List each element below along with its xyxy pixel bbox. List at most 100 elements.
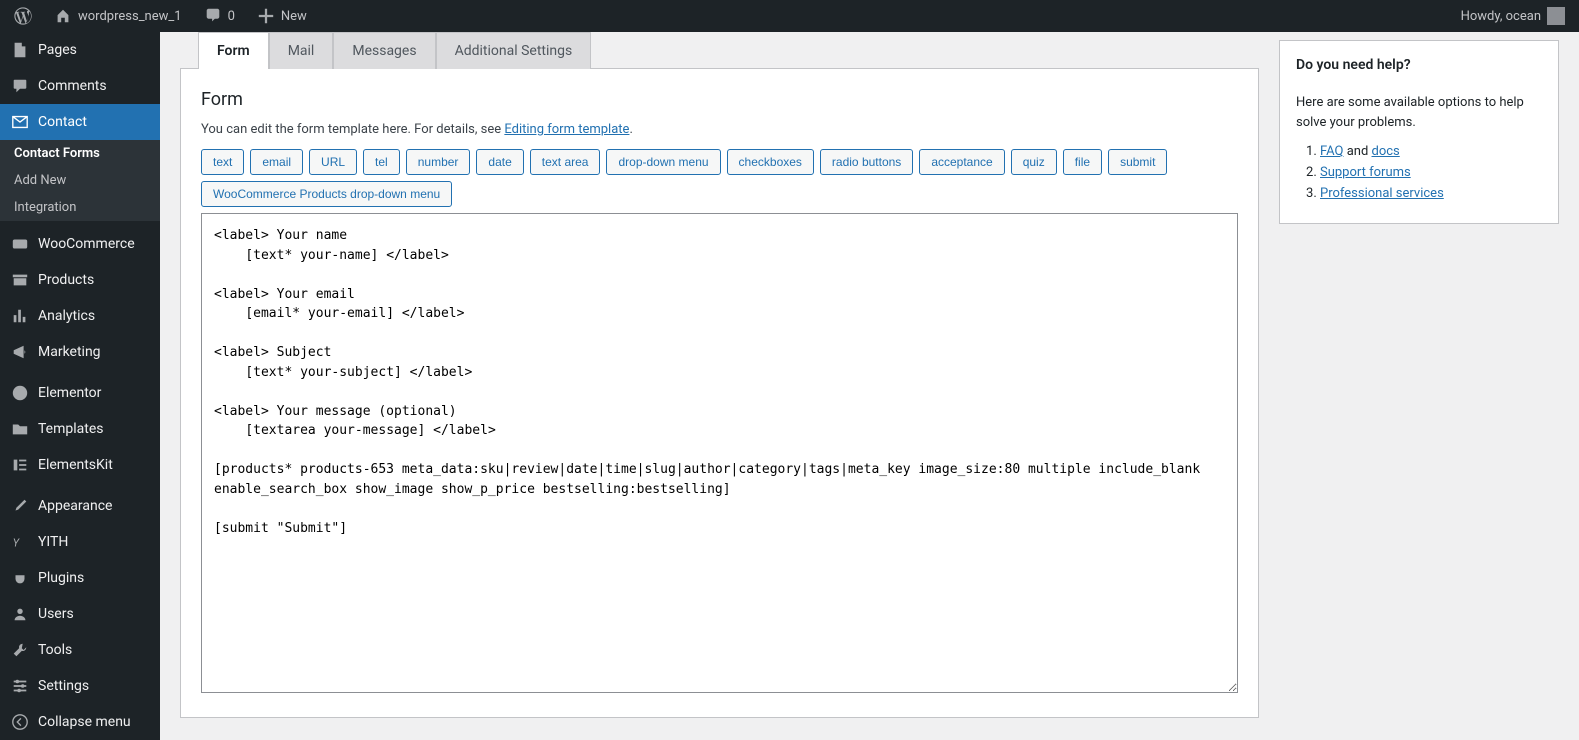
sidebar-subitem-integration[interactable]: Integration: [0, 194, 160, 221]
tag-button-woocommerce-products-drop-down-menu[interactable]: WooCommerce Products drop-down menu: [201, 181, 452, 207]
sliders-icon: [10, 676, 30, 696]
chart-icon: [10, 306, 30, 326]
tag-button-radio-buttons[interactable]: radio buttons: [820, 149, 913, 175]
greeting: Howdy, ocean: [1461, 9, 1541, 24]
megaphone-icon: [10, 342, 30, 362]
sidebar-item-elementskit[interactable]: ElementsKit: [0, 447, 160, 483]
tag-buttons-row: textemailURLtelnumberdate text areadrop-d…: [201, 149, 1238, 207]
tag-button-tel[interactable]: tel: [363, 149, 400, 175]
tag-button-file[interactable]: file: [1063, 149, 1102, 175]
help-item-pro: Professional services: [1320, 186, 1542, 201]
site-home-link[interactable]: wordpress_new_1: [48, 7, 188, 25]
yith-icon: Y: [10, 532, 30, 552]
wrench-icon: [10, 640, 30, 660]
sidebar-label: Appearance: [38, 498, 112, 514]
admin-sidebar: Pages Comments Contact Contact Forms Add…: [0, 32, 160, 740]
sidebar-label: Templates: [38, 421, 104, 437]
comments-count: 0: [228, 9, 235, 24]
sidebar-label: Plugins: [38, 570, 84, 586]
tag-button-text-area[interactable]: text area: [530, 149, 601, 175]
svg-text:Y: Y: [13, 537, 20, 550]
sidebar-label: Collapse menu: [38, 714, 131, 730]
form-intro: You can edit the form template here. For…: [201, 122, 1238, 137]
form-heading: Form: [201, 89, 1238, 110]
sidebar-item-woocommerce[interactable]: WooCommerce: [0, 226, 160, 262]
tab-messages[interactable]: Messages: [333, 32, 435, 69]
sidebar-label: Elementor: [38, 385, 101, 401]
form-template-textarea[interactable]: [201, 213, 1238, 693]
sidebar-item-contact[interactable]: Contact: [0, 104, 160, 140]
sidebar-item-pages[interactable]: Pages: [0, 32, 160, 68]
sidebar-item-settings[interactable]: Settings: [0, 668, 160, 704]
tag-button-quiz[interactable]: quiz: [1011, 149, 1057, 175]
sidebar-item-products[interactable]: Products: [0, 262, 160, 298]
folder-icon: [10, 419, 30, 439]
new-content-link[interactable]: New: [251, 7, 313, 25]
admin-bar: wordpress_new_1 0 New Howdy, ocean: [0, 0, 1579, 32]
tag-button-checkboxes[interactable]: checkboxes: [727, 149, 814, 175]
tag-button-text[interactable]: text: [201, 149, 244, 175]
sidebar-item-plugins[interactable]: Plugins: [0, 560, 160, 596]
sidebar-label: Marketing: [38, 344, 101, 360]
editing-form-template-link[interactable]: Editing form template: [504, 122, 629, 137]
faq-link[interactable]: FAQ: [1320, 144, 1343, 159]
sidebar-label: ElementsKit: [38, 457, 113, 473]
archive-icon: [10, 270, 30, 290]
tag-button-number[interactable]: number: [406, 149, 471, 175]
tab-additional-settings[interactable]: Additional Settings: [436, 32, 592, 69]
comments-link[interactable]: 0: [198, 7, 241, 25]
user-icon: [10, 604, 30, 624]
docs-link[interactable]: docs: [1372, 144, 1400, 159]
new-label: New: [281, 9, 307, 24]
sidebar-item-templates[interactable]: Templates: [0, 411, 160, 447]
tab-mail[interactable]: Mail: [269, 32, 334, 69]
support-forums-link[interactable]: Support forums: [1320, 165, 1411, 180]
sidebar-label: Settings: [38, 678, 89, 694]
sidebar-item-comments[interactable]: Comments: [0, 68, 160, 104]
tab-form[interactable]: Form: [198, 32, 269, 69]
help-box: Do you need help? Here are some availabl…: [1279, 40, 1559, 224]
tag-button-date[interactable]: date: [476, 149, 523, 175]
sidebar-label: Pages: [38, 42, 77, 58]
avatar: [1547, 7, 1565, 25]
professional-services-link[interactable]: Professional services: [1320, 186, 1444, 201]
wp-logo[interactable]: [8, 7, 38, 25]
sidebar-item-collapse[interactable]: Collapse menu: [0, 704, 160, 740]
sidebar-label: Analytics: [38, 308, 95, 324]
help-item-faq-docs: FAQ and docs: [1320, 144, 1542, 159]
elementskit-icon: [10, 455, 30, 475]
and-text: and: [1343, 144, 1371, 159]
sidebar-subitem-add-new[interactable]: Add New: [0, 167, 160, 194]
sidebar-label: Products: [38, 272, 94, 288]
tag-button-submit[interactable]: submit: [1108, 149, 1167, 175]
site-name: wordpress_new_1: [78, 9, 182, 24]
plug-icon: [10, 568, 30, 588]
tag-button-email[interactable]: email: [250, 149, 303, 175]
help-item-support: Support forums: [1320, 165, 1542, 180]
tag-button-acceptance[interactable]: acceptance: [919, 149, 1004, 175]
elementor-icon: [10, 383, 30, 403]
woocommerce-icon: [10, 234, 30, 254]
intro-prefix: You can edit the form template here. For…: [201, 122, 504, 137]
sidebar-label: Comments: [38, 78, 107, 94]
pages-icon: [10, 40, 30, 60]
sidebar-item-analytics[interactable]: Analytics: [0, 298, 160, 334]
sidebar-label: Contact: [38, 114, 87, 130]
sidebar-label: YITH: [38, 534, 68, 550]
form-panel: Form You can edit the form template here…: [180, 68, 1259, 718]
sidebar-item-elementor[interactable]: Elementor: [0, 375, 160, 411]
collapse-icon: [10, 712, 30, 732]
sidebar-item-yith[interactable]: Y YITH: [0, 524, 160, 560]
sidebar-item-appearance[interactable]: Appearance: [0, 488, 160, 524]
sidebar-submenu-contact: Contact Forms Add New Integration: [0, 140, 160, 221]
envelope-icon: [10, 112, 30, 132]
sidebar-label: Users: [38, 606, 74, 622]
sidebar-item-users[interactable]: Users: [0, 596, 160, 632]
tabs: Form Mail Messages Additional Settings: [198, 32, 1259, 69]
tag-button-drop-down-menu[interactable]: drop-down menu: [606, 149, 720, 175]
sidebar-item-marketing[interactable]: Marketing: [0, 334, 160, 370]
sidebar-item-tools[interactable]: Tools: [0, 632, 160, 668]
user-greeting-link[interactable]: Howdy, ocean: [1455, 7, 1571, 25]
tag-button-url[interactable]: URL: [309, 149, 357, 175]
sidebar-subitem-contact-forms[interactable]: Contact Forms: [0, 140, 160, 167]
